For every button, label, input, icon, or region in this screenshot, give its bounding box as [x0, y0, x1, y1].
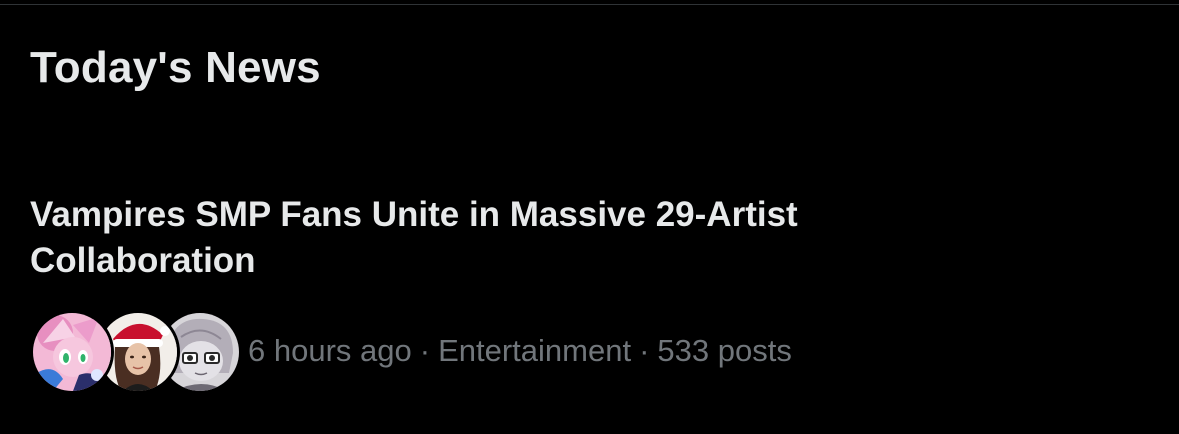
avatar-pink-character — [30, 310, 114, 394]
news-category: Entertainment — [438, 333, 632, 368]
section-title: Today's News — [30, 43, 321, 92]
news-time: 6 hours ago — [248, 333, 412, 368]
meta-separator: · — [419, 333, 431, 368]
news-meta-row: 6 hours ago · Entertainment · 533 posts — [30, 310, 792, 394]
avatar-stack — [30, 310, 242, 394]
top-divider — [0, 4, 1179, 5]
news-headline[interactable]: Vampires SMP Fans Unite in Massive 29-Ar… — [30, 192, 930, 284]
news-meta: 6 hours ago · Entertainment · 533 posts — [248, 331, 792, 371]
news-post-count: 533 posts — [657, 333, 792, 368]
meta-separator: · — [639, 333, 650, 368]
news-item[interactable]: Vampires SMP Fans Unite in Massive 29-Ar… — [0, 186, 1179, 416]
